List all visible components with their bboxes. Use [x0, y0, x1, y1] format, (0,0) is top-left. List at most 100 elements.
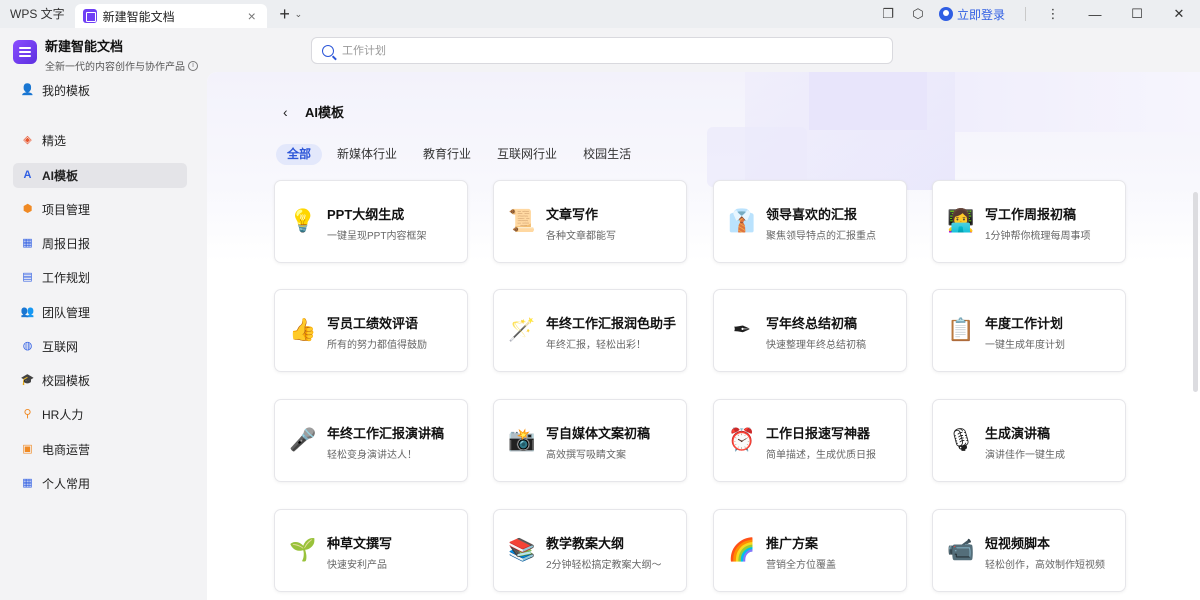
template-card[interactable]: 📋 年度工作计划 一键生成年度计划 — [932, 289, 1126, 372]
header: 新建智能文档 全新一代的内容创作与协作产品 i — [0, 28, 1200, 73]
template-card[interactable]: ✒ 写年终总结初稿快速整理年终总结初稿 — [713, 289, 907, 372]
template-card[interactable]: 👔 领导喜欢的汇报 聚焦领导特点的汇报重点 — [713, 180, 907, 263]
template-card[interactable]: 📸 写自媒体文案初稿 高效撰写吸睛文案 — [493, 399, 687, 482]
scrollbar[interactable] — [1193, 192, 1198, 392]
filter-tab[interactable]: 教育行业 — [412, 144, 482, 165]
pen-icon: ✒ — [732, 318, 752, 343]
template-card[interactable]: 🌈 推广方案 营销全方位覆盖 — [713, 509, 907, 592]
title-bar: WPS 文字 新建智能文档 × + ⌄ ❐ ⬡ 立即登录 ⋮ — ☐ ✕ — [0, 0, 1200, 28]
video-camera-icon: 📹 — [947, 538, 975, 563]
more-icon[interactable]: ⋮ — [1032, 0, 1074, 28]
card-title: 文章写作 — [546, 207, 599, 222]
grid-icon: ▦ — [22, 477, 33, 489]
lightbulb-icon: 💡 — [289, 209, 317, 234]
template-card[interactable]: 🎤 年终工作汇报演讲稿 轻松变身演讲达人！ — [274, 399, 468, 482]
ai-icon: A — [23, 169, 32, 181]
sidebar-item[interactable]: ⬢ 项目管理 — [13, 197, 187, 222]
sidebar-item[interactable]: ⚲ HR人力 — [13, 402, 187, 427]
sidebar-item-label: 周报日报 — [42, 237, 91, 251]
login-label: 立即登录 — [956, 7, 1005, 22]
card-subtitle: 各种文章都能写 — [546, 231, 616, 242]
sidebar-item[interactable]: 👥 团队管理 — [13, 300, 187, 325]
card-title: 写工作周报初稿 — [985, 207, 1077, 222]
template-card[interactable]: 📜 文章写作 各种文章都能写 — [493, 180, 687, 263]
card-subtitle: 高效撰写吸睛文案 — [546, 450, 626, 461]
smart-doc-logo-icon — [13, 40, 37, 64]
template-card[interactable]: 🎙 生成演讲稿 演讲佳作一键生成 — [932, 399, 1126, 482]
card-subtitle: 一键呈现PPT内容框架 — [327, 231, 427, 242]
avatar-icon — [938, 7, 953, 21]
sidebar-item-label: 互联网 — [42, 340, 79, 354]
info-icon[interactable]: i — [188, 60, 198, 71]
store-icon: ▣ — [22, 443, 33, 455]
filter-tab[interactable]: 新媒体行业 — [326, 144, 408, 165]
seedling-icon: 🌱 — [289, 538, 317, 563]
template-card[interactable]: 📚 教学教案大纲 2分钟轻松搞定教案大纲～ — [493, 509, 687, 592]
sidebar-item[interactable]: A AI模板 — [13, 163, 187, 188]
template-card[interactable]: ⏰ 工作日报速写神器 简单描述，生成优质日报 — [713, 399, 907, 482]
card-title: 推广方案 — [766, 536, 819, 551]
card-title: 年终工作汇报润色助手 — [546, 316, 677, 331]
brand-subtitle-row: 全新一代的内容创作与协作产品 i — [45, 58, 198, 73]
sidebar-item[interactable]: ▦ 周报日报 — [13, 231, 187, 256]
maximize-icon[interactable]: ☐ — [1116, 0, 1158, 28]
brand-title: 新建智能文档 — [45, 39, 124, 54]
sidebar-item[interactable]: ▦ 个人常用 — [13, 471, 187, 496]
globe-icon: ◍ — [22, 340, 33, 352]
sidebar-item-label: 电商运营 — [42, 443, 91, 457]
template-card[interactable]: 👍 写员工绩效评语 所有的努力都值得鼓励 — [274, 289, 468, 372]
filter-tab[interactable]: 校园生活 — [572, 144, 642, 165]
sidebar-item-label: HR人力 — [42, 408, 84, 422]
clipboard-icon: 📋 — [947, 318, 975, 343]
document-tab[interactable]: 新建智能文档 × — [74, 4, 267, 28]
shirt-tie-icon: 👔 — [728, 209, 756, 234]
user-icon: 👤 — [20, 84, 35, 96]
login-button[interactable]: 立即登录 — [933, 6, 1019, 23]
search-input[interactable] — [342, 44, 862, 57]
sidebar-item[interactable]: ◍ 互联网 — [13, 334, 187, 359]
sidebar-item-label: AI模板 — [42, 169, 79, 183]
sidebar-item[interactable]: ▣ 电商运营 — [13, 437, 187, 462]
sidebar-item-label: 精选 — [42, 134, 67, 148]
magic-wand-icon: 🪄 — [508, 318, 536, 343]
template-card[interactable]: 💡 PPT大纲生成 一键呈现PPT内容框架 — [274, 180, 468, 263]
smart-doc-icon — [82, 9, 97, 23]
sidebar-item[interactable]: ◈ 精选 — [13, 128, 187, 153]
close-window-icon[interactable]: ✕ — [1158, 0, 1200, 28]
person-icon: ⚲ — [23, 408, 32, 420]
filter-tab[interactable]: 互联网行业 — [486, 144, 568, 165]
sidebar-item[interactable]: 👤 我的模板 — [13, 78, 187, 103]
card-subtitle: 聚焦领导特点的汇报重点 — [766, 231, 876, 242]
calendar-icon: ▦ — [22, 237, 33, 249]
close-tab-icon[interactable]: × — [245, 8, 259, 24]
tab-label: 新建智能文档 — [102, 9, 175, 24]
brand-subtitle: 全新一代的内容创作与协作产品 — [45, 62, 185, 73]
cube-icon[interactable]: ⬡ — [903, 0, 933, 28]
template-card[interactable]: 📹 短视频脚本 轻松创作，高效制作短视频 — [932, 509, 1126, 592]
sidebar-item[interactable]: ▤ 工作规划 — [13, 265, 187, 290]
search-box[interactable] — [311, 37, 893, 64]
graduation-icon: 🎓 — [20, 374, 35, 386]
card-title: 写年终总结初稿 — [766, 316, 858, 331]
back-arrow-icon[interactable]: ‹ — [283, 104, 293, 120]
app-name[interactable]: WPS 文字 — [0, 0, 75, 28]
card-subtitle: 简单描述，生成优质日报 — [766, 450, 876, 461]
filter-tab[interactable]: 全部 — [276, 144, 323, 165]
template-card[interactable]: 🪄 年终工作汇报润色助手 年终汇报，轻松出彩！ — [493, 289, 687, 372]
brand: 新建智能文档 全新一代的内容创作与协作产品 i — [13, 40, 198, 73]
card-subtitle: 1分钟帮你梳理每周事项 — [985, 231, 1091, 242]
box-icon: ⬢ — [22, 203, 33, 215]
office-worker-icon: 👩‍💻 — [947, 209, 975, 234]
new-tab-icon[interactable]: + — [277, 0, 293, 28]
chevron-down-icon[interactable]: ⌄ — [295, 9, 303, 20]
template-card[interactable]: 🌱 种草文撰写 快速安利产品 — [274, 509, 468, 592]
card-title: 年终工作汇报演讲稿 — [327, 426, 445, 441]
card-title: 种草文撰写 — [327, 536, 393, 551]
minimize-icon[interactable]: — — [1074, 0, 1116, 28]
card-subtitle: 快速整理年终总结初稿 — [766, 340, 866, 351]
template-card[interactable]: 👩‍💻 写工作周报初稿 1分钟帮你梳理每周事项 — [932, 180, 1126, 263]
sidebar-item[interactable]: 🎓 校园模板 — [13, 368, 187, 393]
window-switch-icon[interactable]: ❐ — [873, 0, 903, 28]
decoration — [955, 72, 1200, 132]
category-filters: 全部 新媒体行业 教育行业 互联网行业 校园生活 — [276, 144, 642, 165]
